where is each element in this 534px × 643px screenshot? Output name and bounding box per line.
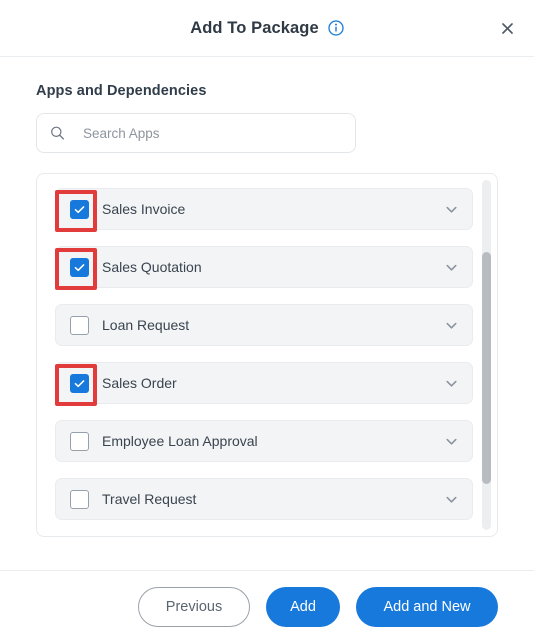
search-apps-box[interactable] (36, 113, 356, 153)
dialog-header: Add To Package (0, 0, 534, 57)
previous-button[interactable]: Previous (138, 587, 250, 627)
app-checkbox[interactable] (70, 431, 89, 451)
chevron-down-icon[interactable] (443, 259, 460, 276)
info-circle-icon[interactable] (328, 20, 344, 36)
app-checkbox[interactable] (70, 489, 89, 509)
close-button[interactable] (494, 15, 520, 41)
search-input[interactable] (37, 114, 355, 152)
section-label-apps-and-dependencies: Apps and Dependencies (36, 83, 207, 99)
app-checkbox[interactable] (70, 315, 89, 335)
list-item[interactable]: Sales Quotation (55, 246, 473, 288)
dialog-title-group: Add To Package (190, 19, 344, 38)
app-checkbox[interactable] (70, 257, 89, 277)
add-button[interactable]: Add (266, 587, 340, 627)
list-item[interactable]: Travel Request (55, 478, 473, 520)
list-item[interactable]: Employee Loan Approval (55, 420, 473, 462)
list-item[interactable]: Sales Invoice (55, 188, 473, 230)
chevron-down-icon[interactable] (443, 201, 460, 218)
add-to-package-dialog: Add To Package Apps and Dependencies Sea… (0, 0, 534, 643)
chevron-down-icon[interactable] (443, 491, 460, 508)
app-checkbox[interactable] (70, 199, 89, 219)
add-and-new-button[interactable]: Add and New (356, 587, 498, 627)
chevron-down-icon[interactable] (443, 433, 460, 450)
app-label: Travel Request (102, 491, 197, 507)
list-item[interactable]: Sales Order (55, 362, 473, 404)
list-item[interactable]: Loan Request (55, 304, 473, 346)
dialog-footer: Previous Add Add and New (0, 570, 534, 643)
apps-list-scrollbar[interactable] (482, 180, 491, 530)
app-label: Employee Loan Approval (102, 433, 258, 449)
app-label: Sales Quotation (102, 259, 202, 275)
search-icon (50, 126, 65, 141)
app-label: Sales Order (102, 375, 177, 391)
apps-list: Sales Invoice Sales Quotation Loan Reque… (37, 174, 497, 536)
chevron-down-icon[interactable] (443, 317, 460, 334)
app-label: Sales Invoice (102, 201, 186, 217)
apps-list-container: Sales Invoice Sales Quotation Loan Reque… (36, 173, 498, 537)
app-label: Loan Request (102, 317, 190, 333)
close-icon (500, 21, 515, 36)
chevron-down-icon[interactable] (443, 375, 460, 392)
dialog-body: Apps and Dependencies Search Apps Sales … (0, 57, 534, 570)
scrollbar-thumb[interactable] (482, 252, 491, 484)
page-title: Add To Package (190, 18, 319, 37)
app-checkbox[interactable] (70, 373, 89, 393)
